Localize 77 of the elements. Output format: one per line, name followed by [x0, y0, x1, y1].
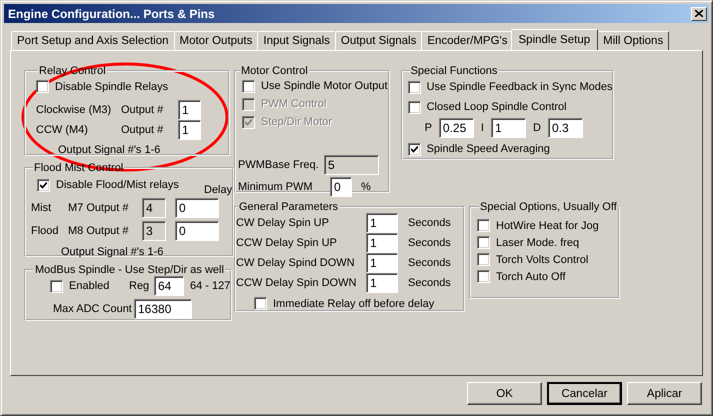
field-label: CCW (M4)	[36, 124, 89, 136]
field-label: PWMBase Freq.	[238, 159, 320, 171]
checkbox[interactable]: Use Spindle Motor Output	[242, 80, 388, 92]
tab[interactable]: Motor Outputs	[174, 31, 258, 50]
field-label: Flood	[31, 224, 60, 236]
field-label: 64 - 127	[190, 280, 230, 292]
field-label: %	[361, 181, 371, 193]
close-icon	[695, 10, 703, 17]
input-field[interactable]: 1	[366, 253, 398, 273]
input-field[interactable]: 1	[178, 120, 201, 140]
dialog-button[interactable]: Cancelar	[547, 382, 622, 405]
field-label: CW Delay Spin UP	[236, 217, 330, 229]
tab[interactable]: Spindle Setup	[510, 29, 598, 51]
checkbox[interactable]: Disable Flood/Mist relays	[37, 178, 180, 192]
group-title: Motor Control	[240, 65, 309, 77]
field-label: CCW Delay Spin UP	[236, 237, 338, 249]
field-label: Clockwise (M3)	[36, 104, 112, 116]
check-icon	[410, 146, 418, 152]
field-label: Seconds	[408, 277, 451, 289]
field-label: Seconds	[408, 217, 451, 229]
check-icon	[245, 118, 252, 126]
field-label: Seconds	[408, 237, 451, 249]
dialog-button[interactable]: Aplicar	[627, 382, 702, 405]
input-field[interactable]: 1	[366, 273, 398, 293]
tab[interactable]: Port Setup and Axis Selection	[11, 31, 175, 50]
group-title: General Parameters	[238, 201, 340, 213]
input-field[interactable]: 64	[154, 276, 184, 296]
field-label: Seconds	[408, 257, 451, 269]
close-button[interactable]	[691, 6, 707, 20]
checkbox[interactable]: HotWire Heat for Jog	[477, 219, 599, 232]
input-field[interactable]: 1	[366, 213, 398, 233]
input-field[interactable]: 0.3	[548, 118, 583, 138]
checkbox[interactable]: Disable Spindle Relays	[36, 80, 168, 93]
input-field[interactable]: 5	[324, 155, 379, 175]
checkbox[interactable]: Closed Loop Spindle Control	[408, 100, 567, 114]
input-field[interactable]: 3	[142, 220, 166, 240]
input-field[interactable]: 1	[366, 233, 398, 253]
group-title: Special Functions	[410, 65, 498, 77]
group-title: Special Options, Usually Off	[479, 201, 618, 213]
tab[interactable]: Input Signals	[257, 31, 336, 50]
input-field[interactable]: 16380	[134, 299, 192, 319]
field-label: CW Delay Spind DOWN	[236, 257, 356, 269]
field-label: Output #	[121, 124, 164, 136]
checkbox[interactable]: Torch Auto Off	[477, 270, 566, 283]
checkbox[interactable]: Immediate Relay off before delay	[254, 297, 434, 310]
field-label: M8 Output #	[68, 224, 130, 236]
dialog-button[interactable]: OK	[467, 382, 542, 405]
note-text: Output Signal #'s 1-6	[61, 246, 164, 258]
checkbox[interactable]: Enabled	[50, 280, 129, 292]
input-field[interactable]: 1	[490, 118, 526, 138]
checkbox[interactable]: Spindle Speed Averaging	[408, 142, 550, 156]
note-text: Output Signal #'s 1-6	[58, 144, 160, 156]
checkbox[interactable]: Laser Mode. freq	[477, 236, 580, 249]
checkbox[interactable]: Use Spindle Feedback in Sync Modes	[408, 80, 612, 94]
field-label: Reg	[129, 280, 150, 292]
field-label: M7 Output #	[68, 202, 130, 214]
tab[interactable]: Mill Options	[597, 31, 670, 50]
field-label: Output #	[121, 104, 164, 116]
check-icon	[40, 182, 47, 188]
field-label: Max ADC Count	[53, 303, 133, 315]
input-field[interactable]: 0	[330, 177, 352, 197]
field-label: P	[424, 122, 432, 134]
input-field[interactable]: 0.25	[438, 118, 474, 138]
input-field[interactable]: 0	[175, 198, 219, 218]
field-label: Delay	[204, 184, 232, 196]
field-label: I	[480, 122, 484, 134]
field-label: Minimum PWM	[238, 181, 314, 193]
checkbox[interactable]: Torch Volts Control	[477, 253, 588, 266]
tab[interactable]: Output Signals	[334, 31, 422, 50]
input-field[interactable]: 1	[178, 100, 201, 120]
window-title: Engine Configuration... Ports & Pins	[8, 6, 216, 20]
input-field[interactable]: 4	[142, 198, 166, 218]
field-label: Mist	[31, 202, 52, 214]
group-title: ModBus Spindle - Use Step/Dir as well	[34, 264, 225, 276]
input-field[interactable]: 0	[175, 220, 219, 240]
field-label: D	[532, 122, 541, 134]
field-label: CCW Delay Spin DOWN	[236, 277, 358, 289]
